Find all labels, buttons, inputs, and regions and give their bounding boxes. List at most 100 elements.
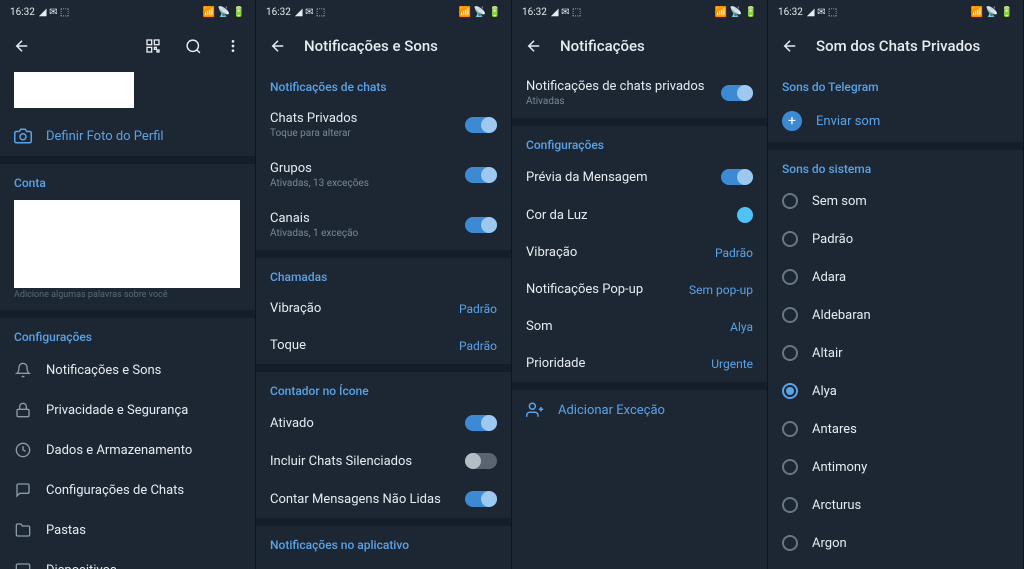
radio-button[interactable] [782, 345, 798, 361]
sound-option[interactable]: Altair [768, 334, 1023, 372]
search-icon[interactable] [179, 32, 207, 60]
status-icons-right: 📶 📡 🔋 [971, 7, 1013, 18]
chat-settings-row[interactable]: Configurações de Chats [0, 470, 255, 510]
status-bar: 16:32◢ ✉ ⬚ 📶 📡 🔋 [256, 0, 511, 24]
row-label: Som [526, 319, 716, 334]
sound-name: Padrão [812, 232, 853, 247]
radio-button[interactable] [782, 231, 798, 247]
sound-option[interactable]: Adara [768, 258, 1023, 296]
row-value: Sem pop-up [689, 283, 753, 297]
row-label: Cor da Luz [526, 208, 723, 223]
sound-option[interactable]: Antares [768, 410, 1023, 448]
row-label: Contar Mensagens Não Lidas [270, 492, 451, 507]
inapp-notifications-header: Notificações no aplicativo [256, 526, 511, 558]
private-chats-toggle[interactable] [465, 117, 497, 133]
privacy-security-row[interactable]: Privacidade e Segurança [0, 390, 255, 430]
sound-name: Antares [812, 422, 857, 437]
bell-icon [14, 361, 32, 379]
vibration-row[interactable]: Vibração Padrão [256, 290, 511, 327]
sound-name: Altair [812, 346, 843, 361]
inapp-sounds-row[interactable]: Sons no Aplicativo [256, 558, 511, 569]
chat-icon [14, 481, 32, 499]
back-button[interactable] [8, 32, 36, 60]
message-preview-row[interactable]: Prévia da Mensagem [512, 158, 767, 196]
row-label: Ativado [270, 416, 451, 431]
badge-enabled-row[interactable]: Ativado [256, 404, 511, 442]
sound-option[interactable]: Aldebaran [768, 296, 1023, 334]
status-icons-left: ◢ ✉ ⬚ [295, 7, 325, 18]
radio-button[interactable] [782, 193, 798, 209]
radio-button[interactable] [782, 421, 798, 437]
folder-icon [14, 521, 32, 539]
status-bar: 16:32◢ ✉ ⬚ 📶 📡 🔋 [768, 0, 1023, 24]
radio-button[interactable] [782, 307, 798, 323]
vibration-row[interactable]: Vibração Padrão [512, 234, 767, 271]
radio-button[interactable] [782, 535, 798, 551]
row-value: Padrão [715, 246, 753, 260]
radio-button[interactable] [782, 497, 798, 513]
set-profile-photo[interactable]: Definir Foto do Perfil [0, 116, 255, 156]
notifications-sounds-row[interactable]: Notificações e Sons [0, 350, 255, 390]
row-label: Configurações de Chats [46, 483, 184, 498]
add-person-icon [526, 401, 544, 419]
groups-row[interactable]: GruposAtivadas, 13 exceções [256, 150, 511, 200]
count-unread-row[interactable]: Contar Mensagens Não Lidas [256, 480, 511, 518]
badge-enabled-toggle[interactable] [465, 415, 497, 431]
sound-row[interactable]: Som Alya [512, 308, 767, 345]
account-info-redacted [14, 200, 240, 288]
settings-header: Configurações [512, 126, 767, 158]
camera-icon [14, 127, 32, 145]
channels-row[interactable]: CanaisAtivadas, 1 exceção [256, 200, 511, 250]
upload-sound-row[interactable]: + Enviar som [768, 100, 1023, 142]
sound-option[interactable]: Beat Box Android [768, 562, 1023, 569]
back-button[interactable] [520, 32, 548, 60]
channels-toggle[interactable] [465, 217, 497, 233]
profile-name-redacted [14, 72, 134, 108]
devices-row[interactable]: Dispositivos [0, 550, 255, 569]
message-preview-toggle[interactable] [721, 169, 753, 185]
sound-option[interactable]: Alya [768, 372, 1023, 410]
row-label: Vibração [270, 301, 445, 316]
sound-name: Adara [812, 270, 846, 285]
appbar-title: Notificações e Sons [304, 37, 503, 55]
back-button[interactable] [776, 32, 804, 60]
status-bar: 16:32◢ ✉ ⬚ 📶 📡 🔋 [512, 0, 767, 24]
sound-option[interactable]: Padrão [768, 220, 1023, 258]
folders-row[interactable]: Pastas [0, 510, 255, 550]
qr-icon[interactable] [139, 32, 167, 60]
include-muted-row[interactable]: Incluir Chats Silenciados [256, 442, 511, 480]
add-exception-row[interactable]: Adicionar Exceção [512, 390, 767, 430]
sound-name: Arcturus [812, 498, 861, 513]
notifications-detail-screen: 16:32◢ ✉ ⬚ 📶 📡 🔋 Notificações Notificaçõ… [512, 0, 768, 569]
light-color-row[interactable]: Cor da Luz [512, 196, 767, 234]
groups-toggle[interactable] [465, 167, 497, 183]
sound-option[interactable]: Argon [768, 524, 1023, 562]
sound-option[interactable]: Sem som [768, 182, 1023, 220]
lock-icon [14, 401, 32, 419]
private-chat-notifications-row[interactable]: Notificações de chats privadosAtivadas [512, 68, 767, 118]
radio-button[interactable] [782, 269, 798, 285]
count-unread-toggle[interactable] [465, 491, 497, 507]
status-time: 16:32 [522, 7, 547, 18]
private-chats-row[interactable]: Chats PrivadosToque para alterar [256, 100, 511, 150]
sound-option[interactable]: Antimony [768, 448, 1023, 486]
back-button[interactable] [264, 32, 292, 60]
sound-name: Antimony [812, 460, 867, 475]
more-icon[interactable] [219, 32, 247, 60]
data-storage-row[interactable]: Dados e Armazenamento [0, 430, 255, 470]
status-icons-right: 📶 📡 🔋 [459, 7, 501, 18]
radio-button[interactable] [782, 459, 798, 475]
include-muted-toggle[interactable] [465, 453, 497, 469]
priority-row[interactable]: Prioridade Urgente [512, 345, 767, 382]
appbar-title: Som dos Chats Privados [816, 37, 1015, 55]
configurations-header: Configurações [0, 318, 255, 350]
popup-row[interactable]: Notificações Pop-up Sem pop-up [512, 271, 767, 308]
sound-option[interactable]: Arcturus [768, 486, 1023, 524]
private-chat-notifications-toggle[interactable] [721, 85, 753, 101]
radio-button[interactable] [782, 383, 798, 399]
row-label: Toque [270, 338, 445, 353]
ringtone-row[interactable]: Toque Padrão [256, 327, 511, 364]
set-photo-label: Definir Foto do Perfil [46, 129, 164, 144]
row-caption: Ativadas, 1 exceção [270, 228, 451, 239]
row-label: Chats Privados [270, 111, 451, 126]
